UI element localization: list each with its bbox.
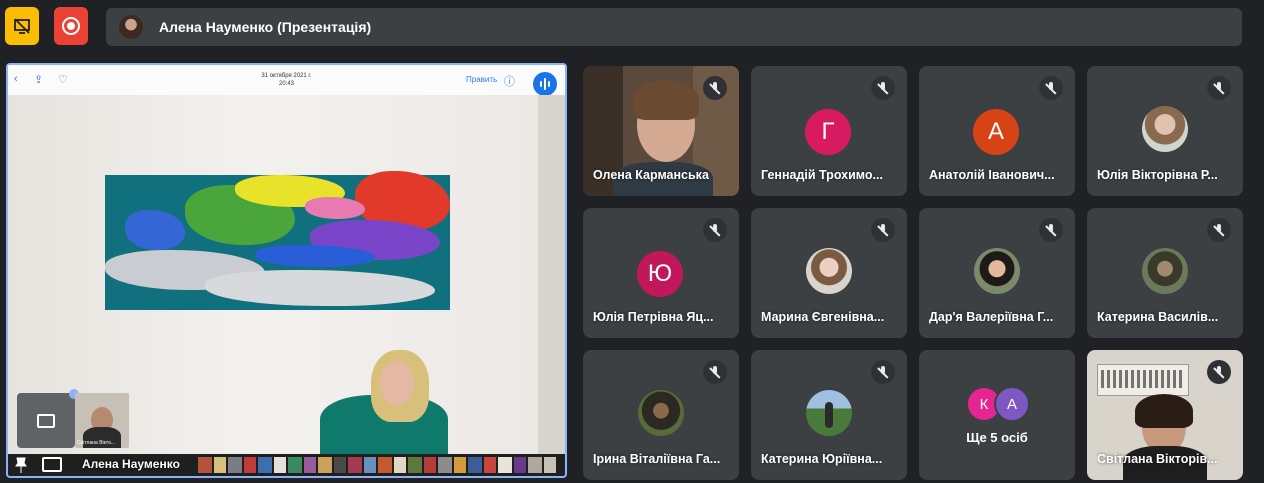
- more-participants-tile[interactable]: К А Ще 5 осіб: [919, 350, 1075, 480]
- recording-button[interactable]: [54, 7, 88, 45]
- presenter-name-label: Алена Науменко: [82, 457, 180, 471]
- self-view-tile[interactable]: Світлана Вікто...: [75, 393, 129, 448]
- participant-tile[interactable]: Катерина Юріївна...: [751, 350, 907, 480]
- avatar: [806, 248, 852, 294]
- participant-tile[interactable]: Г Геннадій Трохимо...: [751, 66, 907, 196]
- muted-mic-icon: [1207, 76, 1231, 100]
- avatar: А: [994, 386, 1030, 422]
- participant-tile[interactable]: Ірина Віталіївна Га...: [583, 350, 739, 480]
- participant-name: Катерина Василів...: [1097, 310, 1219, 324]
- avatar: [1142, 106, 1188, 152]
- muted-mic-icon: [871, 218, 895, 242]
- edit-link: Править: [466, 75, 498, 84]
- self-view-name: Світлана Вікто...: [77, 440, 116, 446]
- participant-name: Ірина Віталіївна Га...: [593, 452, 721, 466]
- avatar: [1142, 248, 1188, 294]
- avatar: [806, 390, 852, 436]
- presenter-label: Алена Науменко (Презентація): [159, 19, 372, 35]
- painting: [105, 171, 450, 310]
- participant-name: Олена Карманська: [593, 168, 709, 182]
- voice-activity-icon: [533, 72, 557, 96]
- record-icon: [62, 17, 80, 35]
- muted-mic-icon: [1039, 76, 1063, 100]
- participant-tile[interactable]: Дар'я Валеріївна Г...: [919, 208, 1075, 338]
- muted-mic-icon: [871, 360, 895, 384]
- muted-mic-icon: [871, 76, 895, 100]
- muted-mic-icon: [1207, 218, 1231, 242]
- participant-name: Юлія Вікторівна Р...: [1097, 168, 1218, 182]
- avatar: [119, 15, 143, 39]
- muted-mic-icon: [1039, 218, 1063, 242]
- participant-tile[interactable]: Ю Юлія Петрівна Яц...: [583, 208, 739, 338]
- avatar: [974, 248, 1020, 294]
- participant-name: Світлана Вікторів...: [1097, 452, 1218, 466]
- caption-icon: [42, 457, 62, 472]
- participant-tile[interactable]: Катерина Василів...: [1087, 208, 1243, 338]
- avatar: А: [973, 109, 1019, 155]
- participant-tile[interactable]: Олена Карманська: [583, 66, 739, 196]
- muted-mic-icon: [703, 76, 727, 100]
- photo-viewer-toolbar: ‹ ⇪ ♡ 31 октября 2021 г. 20:43 Править ⓘ: [8, 65, 565, 96]
- avatar: Г: [805, 109, 851, 155]
- presentation-view[interactable]: ‹ ⇪ ♡ 31 октября 2021 г. 20:43 Править ⓘ: [6, 63, 567, 478]
- top-bar: Алена Науменко (Презентація): [0, 0, 1264, 56]
- presentation-off-icon: [14, 18, 30, 34]
- participant-tile[interactable]: Світлана Вікторів...: [1087, 350, 1243, 480]
- participant-name: Дар'я Валеріївна Г...: [929, 310, 1054, 324]
- avatar: [638, 390, 684, 436]
- screen-share-icon: [37, 413, 55, 428]
- participant-name: Геннадій Трохимо...: [761, 168, 883, 182]
- muted-mic-icon: [703, 360, 727, 384]
- participant-tile[interactable]: А Анатолій Іванович...: [919, 66, 1075, 196]
- participant-name: Юлія Петрівна Яц...: [593, 310, 714, 324]
- participant-name: Катерина Юріївна...: [761, 452, 883, 466]
- participant-tile[interactable]: Марина Євгенівна...: [751, 208, 907, 338]
- participant-tile[interactable]: Юлія Вікторівна Р...: [1087, 66, 1243, 196]
- pin-icon: [15, 457, 27, 473]
- present-screen-tile[interactable]: [17, 389, 79, 448]
- participant-name: Марина Євгенівна...: [761, 310, 885, 324]
- more-participants-label: Ще 5 осіб: [966, 430, 1028, 445]
- more-avatars: К А: [966, 386, 1030, 422]
- muted-mic-icon: [703, 218, 727, 242]
- participant-name: Анатолій Іванович...: [929, 168, 1055, 182]
- presenter-bar[interactable]: Алена Науменко (Презентація): [106, 8, 1242, 46]
- info-icon: ⓘ: [504, 76, 515, 88]
- photo-strip[interactable]: Алена Науменко: [8, 454, 565, 476]
- avatar: Ю: [637, 251, 683, 297]
- muted-mic-icon: [1207, 360, 1231, 384]
- hide-presentation-button[interactable]: [5, 7, 39, 45]
